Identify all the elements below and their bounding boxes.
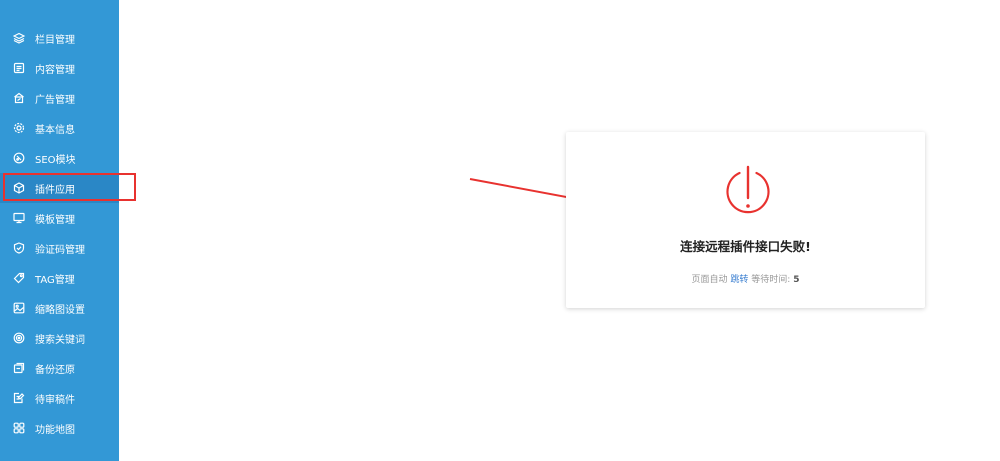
redirect-link[interactable]: 跳转 <box>730 275 748 285</box>
tag-icon <box>13 272 25 284</box>
sidebar-item-label: 搜索关键词 <box>35 334 85 346</box>
image-icon <box>13 302 25 314</box>
sidebar-item-label: 广告管理 <box>35 94 75 106</box>
error-message: 连接远程插件接口失败! <box>680 239 811 254</box>
layers-icon <box>13 32 25 44</box>
sidebar-item-label: 功能地图 <box>35 424 75 436</box>
monitor-icon <box>13 212 25 224</box>
sidebar-item-seo[interactable]: SEO模块 <box>0 143 119 173</box>
sidebar-item-label: 模板管理 <box>35 214 75 226</box>
sidebar-item-label: 备份还原 <box>35 364 75 376</box>
sidebar-item-tags[interactable]: TAG管理 <box>0 263 119 293</box>
sidebar-item-pending[interactable]: 待审稿件 <box>0 383 119 413</box>
sidebar-item-ads[interactable]: 广告管理 <box>0 83 119 113</box>
document-icon <box>13 62 25 74</box>
sidebar-item-label: TAG管理 <box>35 274 75 286</box>
redirect-notice: 页面自动 跳转 等待时间: 5 <box>566 272 925 285</box>
sidebar-item-label: 缩略图设置 <box>35 304 85 316</box>
target-icon <box>13 332 25 344</box>
sidebar-item-plugins[interactable]: 插件应用 <box>0 173 119 203</box>
sidebar-item-content[interactable]: 内容管理 <box>0 53 119 83</box>
sidebar-item-keywords[interactable]: 搜索关键词 <box>0 323 119 353</box>
shield-check-icon <box>13 242 25 254</box>
sidebar-item-label: 验证码管理 <box>35 244 85 256</box>
wait-label: 等待时间: <box>751 275 791 285</box>
backup-icon <box>13 362 25 374</box>
countdown-value: 5 <box>793 275 800 285</box>
sidebar-item-sitemap[interactable]: 功能地图 <box>0 413 119 443</box>
grid-icon <box>13 422 25 434</box>
sidebar-item-column[interactable]: 栏目管理 <box>0 23 119 53</box>
exclamation-circle-icon <box>723 165 773 215</box>
sidebar-item-captcha[interactable]: 验证码管理 <box>0 233 119 263</box>
seo-icon <box>13 152 25 164</box>
cube-icon <box>13 182 25 194</box>
sidebar-item-backup[interactable]: 备份还原 <box>0 353 119 383</box>
error-dialog: 连接远程插件接口失败! 页面自动 跳转 等待时间: 5 <box>566 132 925 308</box>
sidebar-item-basic-info[interactable]: 基本信息 <box>0 113 119 143</box>
gear-icon <box>13 122 25 134</box>
sidebar-item-label: 基本信息 <box>35 124 75 136</box>
sidebar-item-thumbnails[interactable]: 缩略图设置 <box>0 293 119 323</box>
redirect-prefix: 页面自动 <box>691 275 728 285</box>
edit-doc-icon <box>13 392 25 404</box>
sidebar-item-label: 内容管理 <box>35 64 75 76</box>
sidebar-item-label: 待审稿件 <box>35 394 75 406</box>
sidebar: 栏目管理 内容管理 广告管理 基本信息 SEO模块 插件应用 模板管理 验证码管… <box>0 0 119 461</box>
sidebar-item-label: 插件应用 <box>35 184 75 196</box>
sidebar-item-templates[interactable]: 模板管理 <box>0 203 119 233</box>
advert-icon <box>13 92 25 104</box>
sidebar-item-label: SEO模块 <box>35 154 76 166</box>
sidebar-item-label: 栏目管理 <box>35 34 75 46</box>
